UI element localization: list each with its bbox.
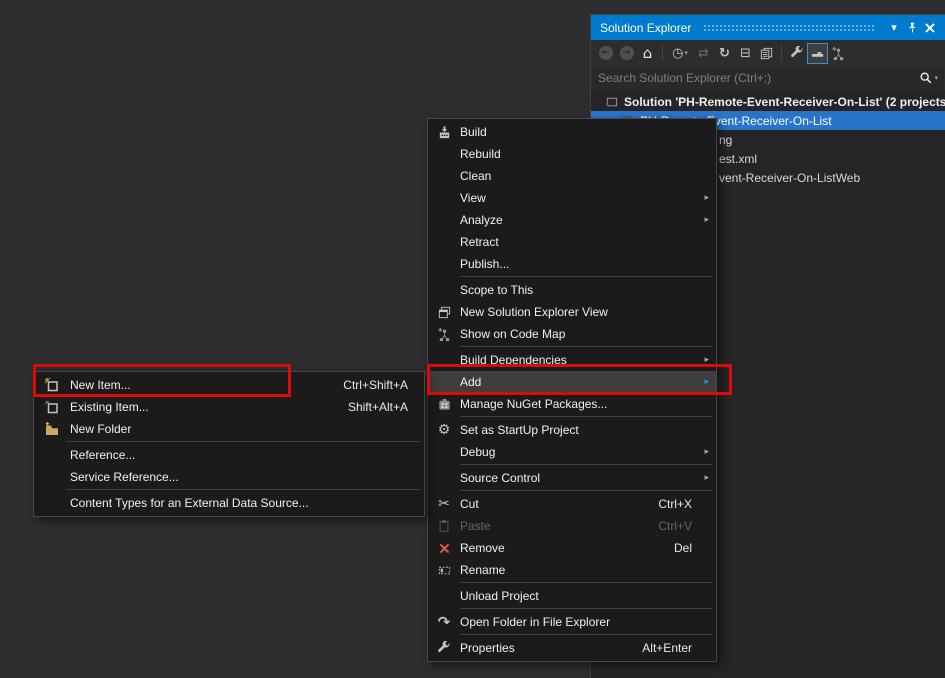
open-folder-arrow-icon: ↷ [438, 615, 451, 630]
refresh-button[interactable]: ↻ [714, 43, 735, 64]
menu-item-paste[interactable]: PasteCtrl+V [428, 515, 716, 537]
toolbar-separator [781, 45, 782, 61]
submenu-arrow-icon: ▸ [704, 216, 709, 225]
new-solution-explorer-view-icon [437, 305, 452, 320]
submenu-arrow-icon: ▸ [704, 194, 709, 203]
solution-explorer-toolbar: ← → ⌂ ◷▾ ⇄ ↻ ⊟ [591, 40, 945, 66]
pending-changes-filter-icon: ◷ [672, 47, 683, 60]
menu-item-new-folder[interactable]: New Folder [34, 418, 424, 440]
forward-button[interactable]: → [616, 43, 637, 64]
back-button[interactable]: ← [595, 43, 616, 64]
menu-separator [460, 346, 712, 347]
menu-item-manage-nuget-packages[interactable]: Manage NuGet Packages... [428, 393, 716, 415]
clipped-item-label: est.xml [719, 152, 757, 166]
menu-item-scope-to-this[interactable]: Scope to This [428, 279, 716, 301]
preview-selected-items-icon [810, 46, 825, 61]
collapse-all-button[interactable]: ⊟ [735, 43, 756, 64]
menu-item-service-reference[interactable]: Service Reference... [34, 466, 424, 488]
solution-icon [604, 94, 619, 109]
search-input[interactable]: Search Solution Explorer (Ctrl+;) ▾ [592, 67, 944, 89]
menu-item-debug[interactable]: Debug▸ [428, 441, 716, 463]
scissors-icon: ✂ [438, 497, 450, 511]
tree-row-solution[interactable]: Solution 'PH-Remote-Event-Receiver-On-Li… [591, 92, 945, 111]
menu-separator [460, 490, 712, 491]
remove-x-icon [438, 542, 451, 555]
menu-item-existing-item[interactable]: Existing Item... Shift+Alt+A [34, 396, 424, 418]
menu-item-remove[interactable]: RemoveDel [428, 537, 716, 559]
dropdown-caret-icon: ▾ [684, 50, 688, 57]
pin-icon[interactable] [903, 19, 921, 37]
menu-item-rebuild[interactable]: Rebuild [428, 143, 716, 165]
nuget-icon [437, 397, 452, 412]
menu-item-reference[interactable]: Reference... [34, 444, 424, 466]
search-placeholder: Search Solution Explorer (Ctrl+;) [598, 71, 919, 85]
menu-separator [460, 416, 712, 417]
menu-separator [460, 582, 712, 583]
properties-wrench-icon [790, 46, 804, 60]
back-icon: ← [599, 46, 613, 60]
close-icon[interactable]: × [921, 19, 939, 37]
menu-separator [460, 464, 712, 465]
pending-changes-filter-button[interactable]: ◷▾ [667, 43, 693, 64]
gear-icon: ⚙ [438, 423, 451, 437]
menu-item-open-folder-in-file-explorer[interactable]: ↷Open Folder in File Explorer [428, 611, 716, 633]
menu-separator [460, 276, 712, 277]
chevron-down-icon[interactable]: ▾ [885, 19, 903, 37]
menu-separator [460, 608, 712, 609]
menu-item-new-solution-explorer-view[interactable]: New Solution Explorer View [428, 301, 716, 323]
menu-item-source-control[interactable]: Source Control▸ [428, 467, 716, 489]
search-row: Search Solution Explorer (Ctrl+;) ▾ [591, 66, 945, 90]
menu-item-clean[interactable]: Clean [428, 165, 716, 187]
menu-item-view[interactable]: View▸ [428, 187, 716, 209]
menu-item-show-on-code-map[interactable]: Show on Code Map [428, 323, 716, 345]
new-folder-icon [44, 421, 60, 437]
menu-item-retract[interactable]: Retract [428, 231, 716, 253]
menu-item-cut[interactable]: ✂CutCtrl+X [428, 493, 716, 515]
panel-title: Solution Explorer [600, 21, 691, 35]
menu-item-build[interactable]: Build [428, 121, 716, 143]
solution-explorer-titlebar[interactable]: Solution Explorer ▾ × [591, 15, 945, 40]
clipped-item-label: vent-Receiver-On-ListWeb [719, 171, 860, 185]
solution-label: Solution 'PH-Remote-Event-Receiver-On-Li… [624, 95, 945, 109]
show-all-files-button[interactable] [756, 43, 777, 64]
search-options-caret-icon[interactable]: ▾ [934, 75, 938, 82]
menu-item-rename[interactable]: Rename [428, 559, 716, 581]
properties-button[interactable] [786, 43, 807, 64]
clipped-item-label: ng [719, 133, 732, 147]
menu-separator [66, 489, 420, 490]
titlebar-grip [703, 24, 875, 33]
home-button[interactable]: ⌂ [637, 43, 658, 64]
menu-separator [66, 441, 420, 442]
code-map-button[interactable] [828, 43, 849, 64]
sync-with-active-document-button[interactable]: ⇄ [693, 43, 714, 64]
toolbar-separator [662, 45, 663, 61]
menu-item-properties[interactable]: PropertiesAlt+Enter [428, 637, 716, 659]
code-map-icon [831, 46, 846, 61]
preview-selected-items-toggle[interactable] [807, 43, 828, 64]
annotation-box-add [427, 364, 732, 395]
clipboard-icon [437, 519, 451, 533]
menu-item-set-as-startup-project[interactable]: ⚙Set as StartUp Project [428, 419, 716, 441]
menu-item-publish[interactable]: Publish... [428, 253, 716, 275]
vs-workspace: { "colors": { "titlebar_accent": "#007AC… [0, 0, 945, 678]
menu-item-content-types-external-data-source[interactable]: Content Types for an External Data Sourc… [34, 492, 424, 514]
existing-item-icon [44, 399, 60, 415]
forward-icon: → [620, 46, 634, 60]
submenu-arrow-icon: ▸ [704, 448, 709, 457]
code-map-icon [437, 327, 452, 342]
wrench-icon [437, 641, 451, 655]
submenu-arrow-icon: ▸ [704, 474, 709, 483]
search-icon[interactable] [919, 71, 933, 85]
show-all-files-icon [759, 46, 774, 61]
annotation-box-new-item [33, 364, 291, 397]
menu-separator [460, 634, 712, 635]
menu-item-analyze[interactable]: Analyze▸ [428, 209, 716, 231]
build-icon [437, 125, 452, 140]
rename-icon [437, 563, 452, 578]
menu-item-unload-project[interactable]: Unload Project [428, 585, 716, 607]
